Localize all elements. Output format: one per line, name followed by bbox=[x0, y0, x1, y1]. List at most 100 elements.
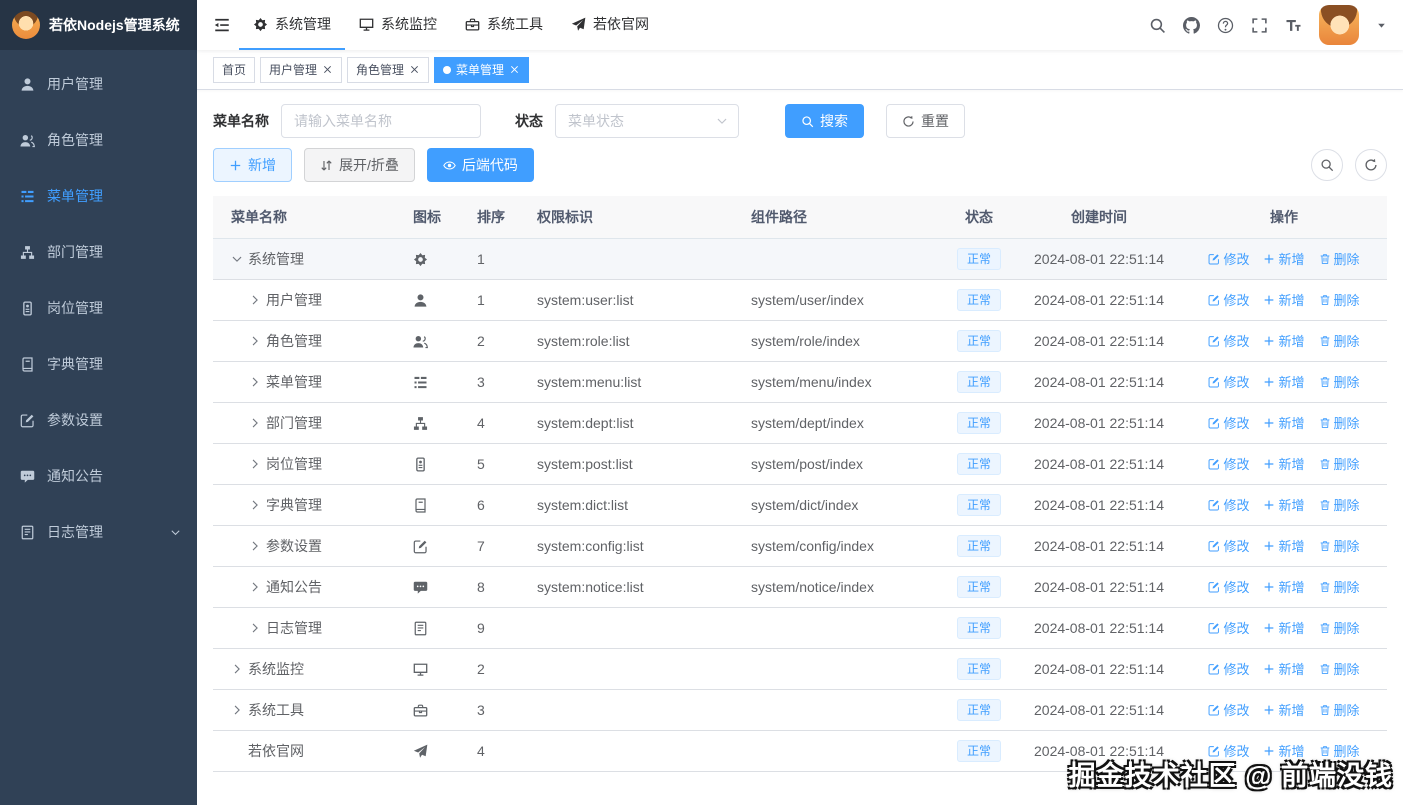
delete-action[interactable]: 删除 bbox=[1319, 495, 1360, 514]
chevron-right-icon[interactable] bbox=[249, 499, 261, 511]
user-dropdown-caret[interactable] bbox=[1376, 20, 1387, 31]
tab-3[interactable]: 菜单管理 bbox=[434, 56, 530, 83]
status-select[interactable]: 菜单状态 bbox=[555, 104, 739, 138]
chevron-right-icon[interactable] bbox=[249, 376, 261, 388]
delete-action[interactable]: 删除 bbox=[1319, 331, 1360, 350]
expand-collapse-button[interactable]: 展开/折叠 bbox=[304, 148, 415, 182]
add-action[interactable]: 新增 bbox=[1263, 495, 1305, 514]
menu-name-input[interactable] bbox=[281, 104, 481, 138]
add-action[interactable]: 新增 bbox=[1263, 290, 1305, 309]
chevron-right-icon[interactable] bbox=[249, 417, 261, 429]
delete-action[interactable]: 删除 bbox=[1319, 249, 1360, 268]
sidebar-item-tree-table[interactable]: 菜单管理 bbox=[0, 168, 197, 224]
add-action[interactable]: 新增 bbox=[1263, 536, 1305, 555]
chevron-down-icon bbox=[716, 115, 728, 127]
hide-search-button[interactable] bbox=[1311, 149, 1343, 181]
delete-action[interactable]: 删除 bbox=[1319, 290, 1360, 309]
add-action[interactable]: 新增 bbox=[1263, 577, 1305, 596]
sidebar-item-peoples[interactable]: 角色管理 bbox=[0, 112, 197, 168]
add-action[interactable]: 新增 bbox=[1263, 331, 1305, 350]
add-action[interactable]: 新增 bbox=[1263, 659, 1305, 678]
add-action[interactable]: 新增 bbox=[1263, 454, 1305, 473]
gear-icon bbox=[413, 252, 428, 267]
chevron-right-icon[interactable] bbox=[249, 540, 261, 552]
delete-action[interactable]: 删除 bbox=[1319, 372, 1360, 391]
add-action[interactable]: 新增 bbox=[1263, 413, 1305, 432]
add-button[interactable]: 新增 bbox=[213, 148, 292, 182]
edit-action[interactable]: 修改 bbox=[1208, 413, 1249, 432]
menu-fold-button[interactable] bbox=[213, 16, 231, 34]
table-row: 字典管理 6 system:dict:list system/dict/index 正常… bbox=[213, 484, 1387, 526]
logo[interactable]: 若依Nodejs管理系统 bbox=[0, 0, 197, 50]
delete-action[interactable]: 删除 bbox=[1319, 700, 1360, 719]
fullscreen-button[interactable] bbox=[1251, 17, 1268, 34]
add-action[interactable]: 新增 bbox=[1263, 372, 1305, 391]
edit-icon bbox=[1208, 622, 1220, 634]
status-badge: 正常 bbox=[956, 739, 1001, 762]
help-button[interactable] bbox=[1217, 17, 1234, 34]
sidebar-item-user[interactable]: 用户管理 bbox=[0, 56, 197, 112]
sidebar-item-message[interactable]: 通知公告 bbox=[0, 448, 197, 504]
edit-action[interactable]: 修改 bbox=[1208, 372, 1249, 391]
sort-icon bbox=[320, 159, 333, 172]
top-menu-item-gear[interactable]: 系统管理 bbox=[239, 0, 345, 50]
sidebar-item-tree[interactable]: 部门管理 bbox=[0, 224, 197, 280]
add-action[interactable]: 新增 bbox=[1263, 700, 1305, 719]
backend-code-button[interactable]: 后端代码 bbox=[426, 148, 534, 182]
delete-action[interactable]: 删除 bbox=[1319, 454, 1360, 473]
refresh-button[interactable] bbox=[1355, 149, 1387, 181]
caret-down-icon bbox=[1376, 20, 1387, 31]
user-avatar[interactable] bbox=[1319, 5, 1359, 45]
top-menu-item-guide[interactable]: 若依官网 bbox=[557, 0, 663, 50]
chevron-right-icon[interactable] bbox=[249, 458, 261, 470]
top-menu-item-monitor[interactable]: 系统监控 bbox=[345, 0, 451, 50]
add-action[interactable]: 新增 bbox=[1263, 618, 1305, 637]
menu-name-cell: 岗位管理 bbox=[213, 443, 403, 485]
tab-1[interactable]: 用户管理 bbox=[260, 56, 343, 83]
edit-action[interactable]: 修改 bbox=[1208, 577, 1249, 596]
delete-action[interactable]: 删除 bbox=[1319, 413, 1360, 432]
tab-0[interactable]: 首页 bbox=[213, 56, 256, 83]
tab-2[interactable]: 角色管理 bbox=[347, 56, 430, 83]
chevron-down-icon[interactable] bbox=[231, 253, 243, 265]
delete-action[interactable]: 删除 bbox=[1319, 577, 1360, 596]
delete-action[interactable]: 删除 bbox=[1319, 741, 1360, 760]
sidebar-item-log[interactable]: 日志管理 bbox=[0, 504, 197, 560]
chevron-right-icon[interactable] bbox=[231, 704, 243, 716]
delete-action[interactable]: 删除 bbox=[1319, 618, 1360, 637]
edit-action[interactable]: 修改 bbox=[1208, 659, 1249, 678]
add-action[interactable]: 新增 bbox=[1263, 741, 1305, 760]
sidebar-item-dict[interactable]: 字典管理 bbox=[0, 336, 197, 392]
edit-action[interactable]: 修改 bbox=[1208, 495, 1249, 514]
chevron-right-icon[interactable] bbox=[249, 294, 261, 306]
edit-action[interactable]: 修改 bbox=[1208, 331, 1249, 350]
search-button[interactable]: 搜索 bbox=[785, 104, 864, 138]
github-button[interactable] bbox=[1183, 17, 1200, 34]
chevron-right-icon[interactable] bbox=[231, 663, 243, 675]
actions-cell: 修改 新增 删除 bbox=[1181, 566, 1387, 608]
delete-action[interactable]: 删除 bbox=[1319, 536, 1360, 555]
edit-action[interactable]: 修改 bbox=[1208, 700, 1249, 719]
chevron-right-icon[interactable] bbox=[249, 581, 261, 593]
edit-action[interactable]: 修改 bbox=[1208, 618, 1249, 637]
sidebar-item-post[interactable]: 岗位管理 bbox=[0, 280, 197, 336]
tab-close-button[interactable] bbox=[409, 64, 420, 75]
top-menu-item-tool[interactable]: 系统工具 bbox=[451, 0, 557, 50]
edit-action[interactable]: 修改 bbox=[1208, 249, 1249, 268]
sidebar-item-edit[interactable]: 参数设置 bbox=[0, 392, 197, 448]
edit-action[interactable]: 修改 bbox=[1208, 741, 1249, 760]
edit-action[interactable]: 修改 bbox=[1208, 536, 1249, 555]
chevron-right-icon[interactable] bbox=[249, 622, 261, 634]
content: 菜单名称 状态 菜单状态 搜索 重置 新增 bbox=[197, 90, 1403, 805]
font-size-button[interactable] bbox=[1285, 17, 1302, 34]
header-search-button[interactable] bbox=[1149, 17, 1166, 34]
column-header-6: 状态 bbox=[941, 196, 1017, 239]
tab-close-button[interactable] bbox=[322, 64, 333, 75]
tab-close-button[interactable] bbox=[509, 64, 520, 75]
delete-action[interactable]: 删除 bbox=[1319, 659, 1360, 678]
edit-action[interactable]: 修改 bbox=[1208, 454, 1249, 473]
chevron-right-icon[interactable] bbox=[249, 335, 261, 347]
add-action[interactable]: 新增 bbox=[1263, 249, 1305, 268]
reset-button[interactable]: 重置 bbox=[886, 104, 965, 138]
edit-action[interactable]: 修改 bbox=[1208, 290, 1249, 309]
